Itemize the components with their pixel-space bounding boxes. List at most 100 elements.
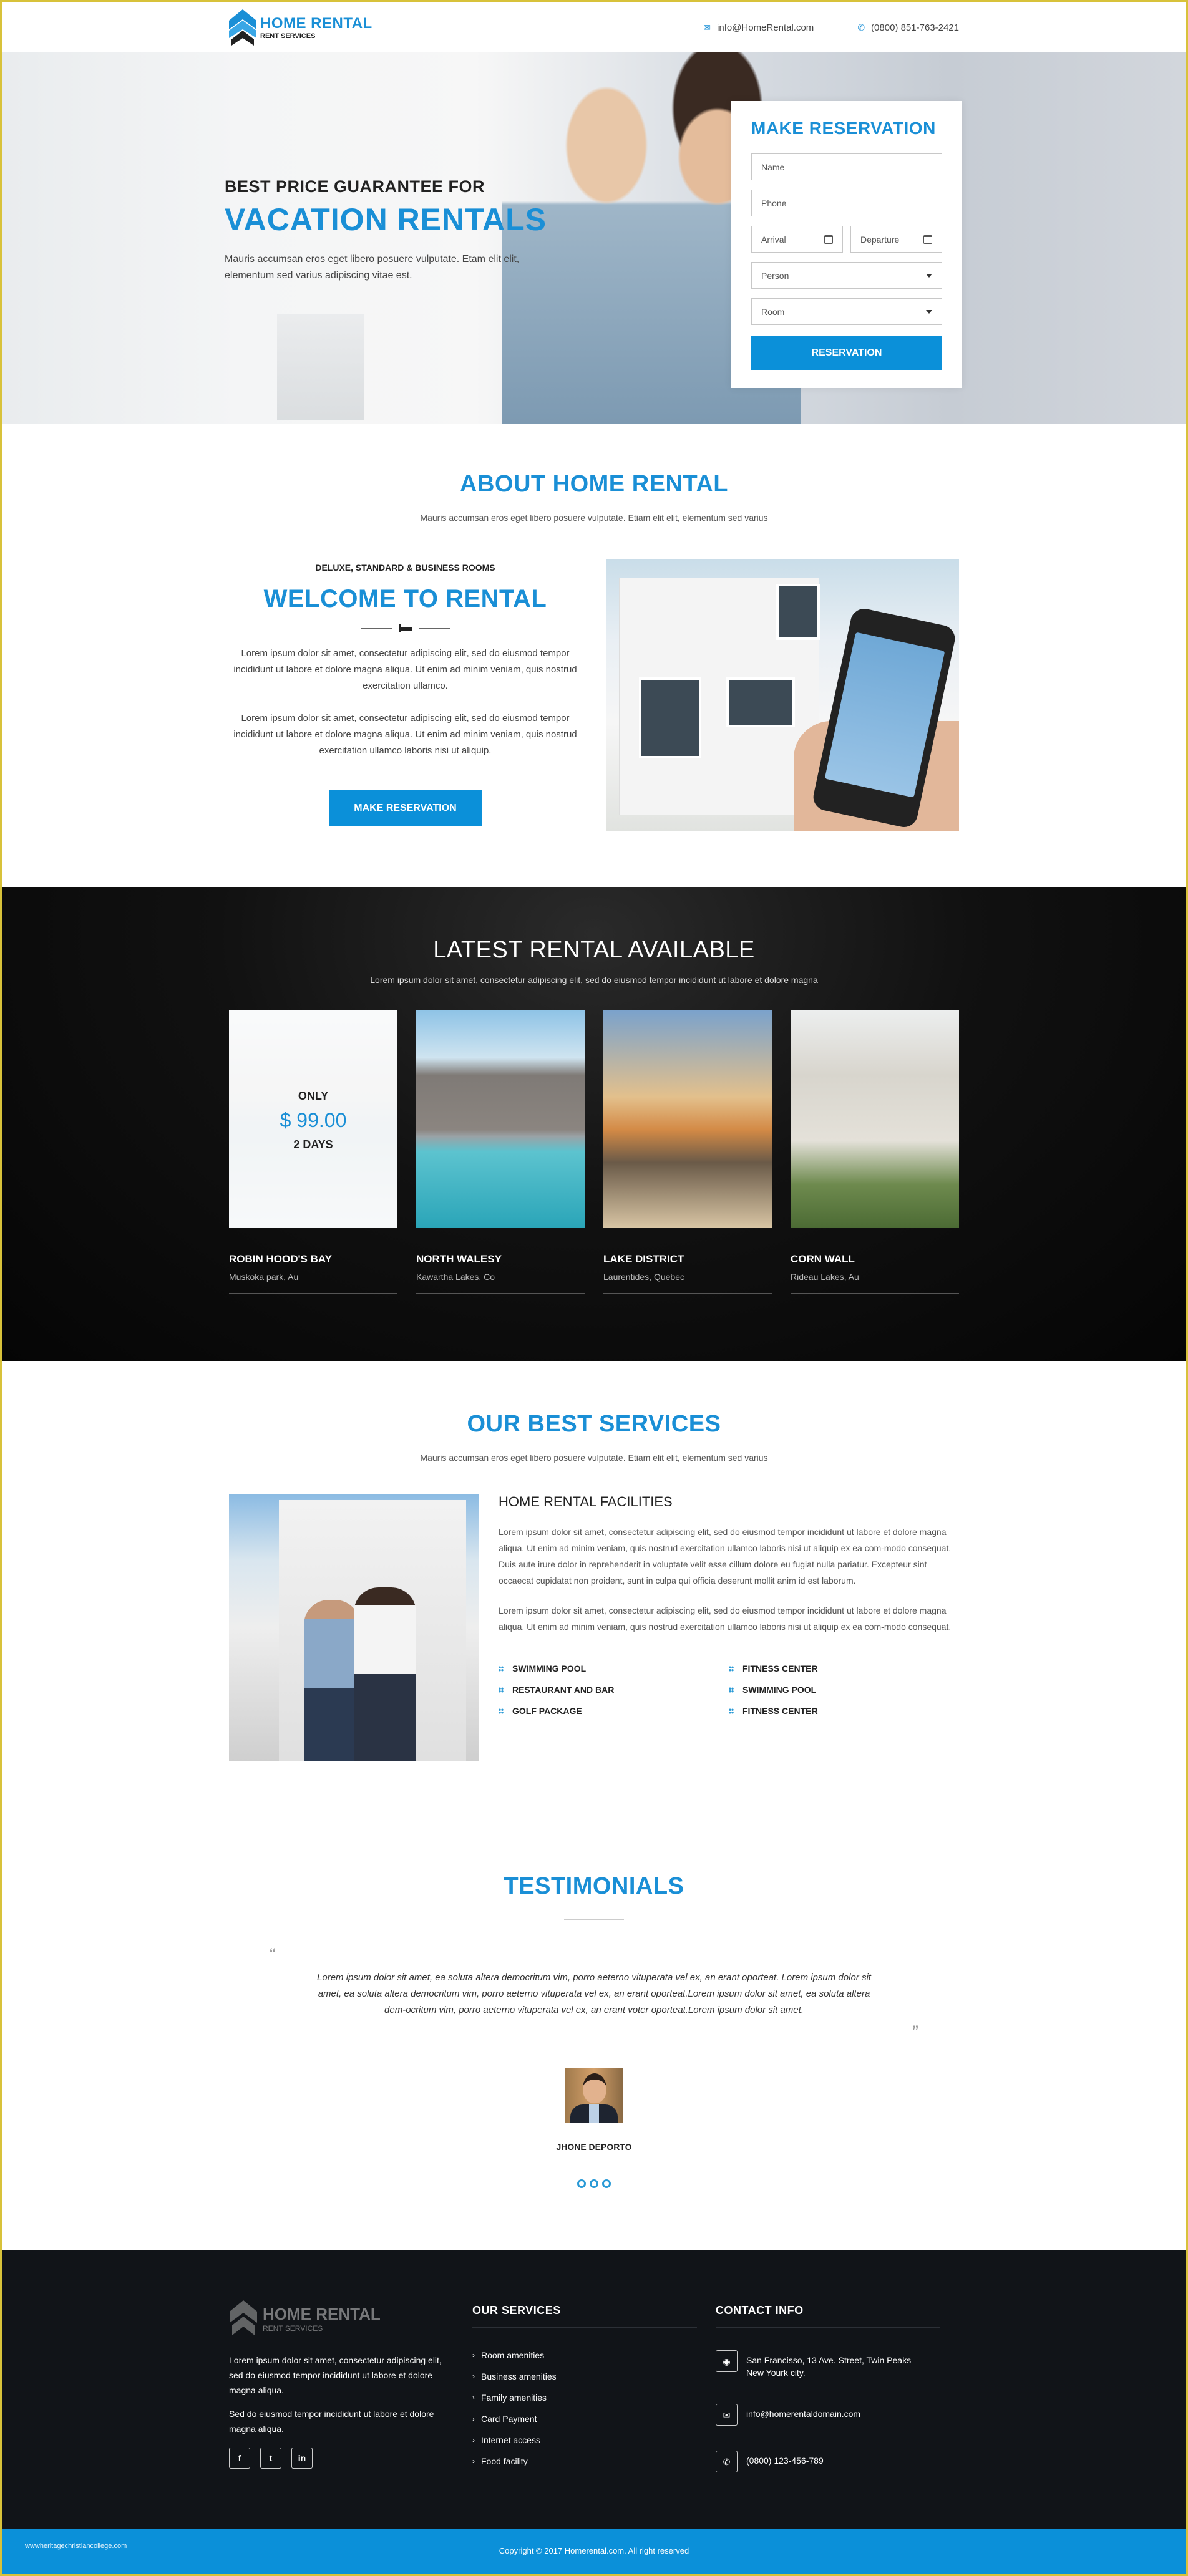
grip-icon (499, 1665, 504, 1672)
footer-logo[interactable]: HOME RENTAL RENT SERVICES (229, 2300, 472, 2336)
footer-logo-subtitle: RENT SERVICES (263, 2323, 323, 2333)
chevron-right-icon: › (472, 2414, 475, 2423)
rental-card-name: CORN WALL (791, 1253, 855, 1265)
facility-item: SWIMMING POOL (499, 1663, 729, 1673)
phone-icon: ✆ (716, 2451, 738, 2472)
logo-subtitle: RENT SERVICES (260, 32, 316, 40)
rental-card-name: ROBIN HOOD'S BAY (229, 1253, 332, 1265)
facility-item: FITNESS CENTER (729, 1663, 959, 1673)
couple-house-image (229, 1494, 479, 1761)
window (639, 677, 701, 758)
footer-services-title: OUR SERVICES (472, 2304, 697, 2328)
caret-down-icon (926, 273, 932, 278)
rental-card-location: Muskoka park, Au (229, 1272, 299, 1282)
window (776, 584, 820, 640)
rental-card[interactable]: LAKE DISTRICT Laurentides, Quebec (603, 1010, 772, 1294)
facility-label: FITNESS CENTER (742, 1663, 818, 1673)
carousel-pagination (229, 2179, 959, 2188)
header-phone-text: (0800) 851-763-2421 (871, 22, 959, 33)
footer-service-label: Card Payment (481, 2414, 537, 2424)
contact-phone[interactable]: ✆ (0800) 123-456-789 (716, 2451, 959, 2472)
rental-card-location: Rideau Lakes, Au (791, 1272, 859, 1282)
rental-card-location: Laurentides, Quebec (603, 1272, 684, 1282)
rental-card-name: NORTH WALESY (416, 1253, 502, 1265)
footer-service-link[interactable]: › Business amenities (472, 2371, 716, 2381)
social-links: f t in (229, 2448, 472, 2469)
carousel-dot-2[interactable] (590, 2179, 598, 2188)
facility-item: SWIMMING POOL (729, 1685, 959, 1695)
about-title: ABOUT HOME RENTAL (460, 471, 728, 497)
card-divider (416, 1293, 585, 1294)
calendar-x-icon (923, 235, 932, 244)
bed-icon (399, 624, 412, 632)
welcome-heading: WELCOME TO RENTAL (263, 585, 547, 613)
carousel-dot-3[interactable] (602, 2179, 611, 2188)
address-line-1: San Francisso, 13 Ave. Street, Twin Peak… (746, 2355, 912, 2365)
facility-label: GOLF PACKAGE (512, 1706, 582, 1716)
close-quote-icon: ” (912, 2022, 918, 2043)
person-woman (304, 1600, 360, 1761)
rental-card[interactable]: CORN WALL Rideau Lakes, Au (791, 1010, 959, 1294)
rental-card-name: LAKE DISTRICT (603, 1253, 684, 1265)
header-phone[interactable]: ✆ (0800) 851-763-2421 (857, 22, 959, 33)
rental-card[interactable]: NORTH WALESY Kawartha Lakes, Co (416, 1010, 585, 1294)
latest-rental-section: LATEST RENTAL AVAILABLE Lorem ipsum dolo… (2, 887, 1186, 1361)
footer-service-label: Room amenities (481, 2350, 545, 2360)
copyright-bar: wwwheritagechristiancollege.com Copyrigh… (2, 2529, 1186, 2574)
window (726, 677, 795, 727)
house-illustration (619, 578, 820, 815)
testimonial-quote: Lorem ipsum dolor sit amet, ea soluta al… (317, 1972, 871, 2015)
hero-description: Mauris accumsan eros eget libero posuere… (225, 254, 520, 281)
twitter-icon[interactable]: t (260, 2448, 281, 2469)
footer-services-list: › Room amenities › Business amenities › Fam… (472, 2350, 716, 2466)
contact-address: ◉ San Francisso, 13 Ave. Street, Twin Pe… (716, 2350, 959, 2379)
footer-service-link[interactable]: › Food facility (472, 2456, 716, 2466)
footer-service-link[interactable]: › Internet access (472, 2435, 716, 2445)
carousel-dot-1[interactable] (577, 2179, 586, 2188)
contact-phone-text: (0800) 123-456-789 (746, 2456, 824, 2466)
facility-item: RESTAURANT AND BAR (499, 1685, 729, 1695)
arrival-placeholder: Arrival (761, 234, 786, 245)
footer-service-label: Food facility (481, 2456, 528, 2466)
envelope-icon: ✉ (716, 2404, 738, 2426)
contact-email[interactable]: ✉ info@homerentaldomain.com (716, 2404, 959, 2426)
chevron-right-icon: › (472, 2351, 475, 2360)
site-footer: HOME RENTAL RENT SERVICES Lorem ipsum do… (2, 2250, 1186, 2529)
footer-service-link[interactable]: › Card Payment (472, 2414, 716, 2424)
chevron-right-icon: › (472, 2372, 475, 2381)
grip-icon (729, 1665, 734, 1672)
about-subtitle: Mauris accumsan eros eget libero posuere… (420, 513, 768, 523)
footer-service-link[interactable]: › Family amenities (472, 2393, 716, 2403)
name-input[interactable] (751, 153, 942, 180)
address-line-2: New Yourk city. (746, 2368, 806, 2378)
promo-days: 2 DAYS (293, 1138, 333, 1151)
footer-service-link[interactable]: › Room amenities (472, 2350, 716, 2360)
person-select[interactable]: Person (751, 262, 942, 289)
phone-icon: ✆ (857, 22, 865, 32)
facility-label: FITNESS CENTER (742, 1706, 818, 1716)
make-reservation-button[interactable]: MAKE RESERVATION (329, 790, 482, 826)
facility-label: SWIMMING POOL (512, 1663, 587, 1673)
room-select-value: Room (761, 306, 785, 317)
reservation-submit-button[interactable]: RESERVATION (751, 336, 942, 370)
departure-date-input[interactable]: Departure (850, 226, 942, 253)
card-divider (603, 1293, 772, 1294)
promo-only: ONLY (298, 1090, 329, 1102)
avatar-face (583, 2073, 606, 2103)
linkedin-icon[interactable]: in (291, 2448, 313, 2469)
hero-section: BEST PRICE GUARANTEE FOR VACATION RENTAL… (2, 52, 1186, 424)
arrival-date-input[interactable]: Arrival (751, 226, 843, 253)
facebook-icon[interactable]: f (229, 2448, 250, 2469)
divider-line (360, 627, 392, 629)
room-select[interactable]: Room (751, 298, 942, 325)
facilities-heading: HOME RENTAL FACILITIES (499, 1494, 673, 1509)
header-email[interactable]: ✉ info@HomeRental.com (703, 22, 814, 33)
person-select-value: Person (761, 270, 789, 281)
rental-card[interactable]: ONLY $ 99.00 2 DAYS ROBIN HOOD'S BAY Mus… (229, 1010, 397, 1294)
about-kicker: DELUXE, STANDARD & BUSINESS ROOMS (315, 563, 495, 573)
phone-input[interactable] (751, 190, 942, 216)
caret-down-icon (926, 309, 932, 314)
logo[interactable]: HOME RENTAL RENT SERVICES (229, 9, 372, 46)
card-divider (791, 1293, 959, 1294)
site-header: HOME RENTAL RENT SERVICES ✉ info@HomeRen… (2, 2, 1186, 52)
